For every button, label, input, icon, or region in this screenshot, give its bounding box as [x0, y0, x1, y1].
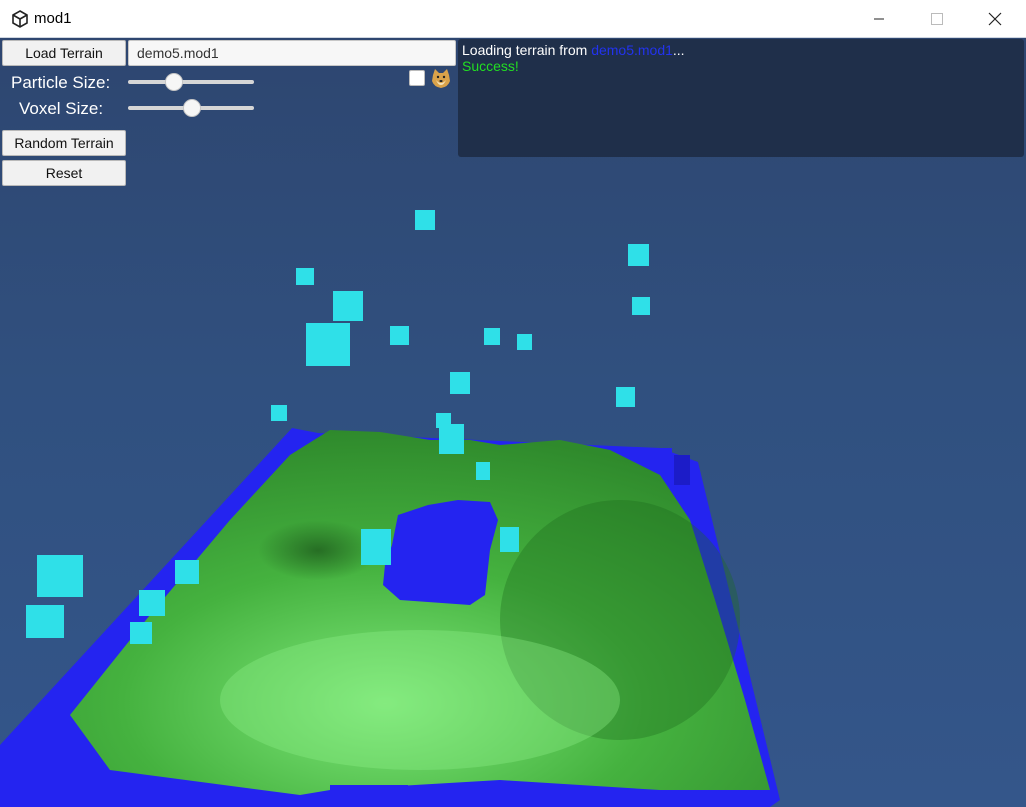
load-terrain-button[interactable]: Load Terrain — [2, 40, 126, 66]
particle-cube — [139, 590, 165, 616]
particle-size-slider[interactable] — [128, 72, 254, 92]
particle-cube — [628, 244, 649, 266]
particle-cube — [37, 555, 83, 597]
slider-track — [128, 80, 254, 84]
particle-cube — [306, 323, 350, 366]
particle-cube — [26, 605, 64, 638]
log-filename: demo5.mod1 — [591, 42, 673, 58]
terrain-file-input[interactable]: demo5.mod1 — [128, 40, 456, 66]
close-button[interactable] — [966, 0, 1024, 38]
particle-cube — [175, 560, 199, 584]
water-pool — [383, 500, 498, 605]
reset-button[interactable]: Reset — [2, 160, 126, 186]
terrain-highlight — [220, 630, 620, 770]
log-line-success: Success! — [462, 58, 519, 74]
maximize-button[interactable] — [908, 0, 966, 38]
particle-cube — [271, 405, 287, 421]
particle-cube — [476, 462, 490, 480]
slider-thumb[interactable] — [165, 73, 183, 91]
particle-cube — [415, 210, 435, 230]
particle-cube — [296, 268, 314, 285]
close-icon — [988, 12, 1002, 26]
particle-cube — [361, 529, 391, 565]
voxel-size-slider[interactable] — [128, 98, 254, 118]
doge-icon[interactable] — [430, 67, 452, 89]
particle-cube — [390, 326, 409, 345]
particle-cube — [333, 291, 363, 321]
particle-cube — [500, 527, 519, 552]
log-line-loading: Loading terrain from demo5.mod1... — [462, 42, 685, 58]
log-panel: Loading terrain from demo5.mod1... Succe… — [458, 39, 1024, 157]
particle-cube — [632, 297, 650, 315]
minimize-button[interactable] — [850, 0, 908, 38]
voxel-size-label: Voxel Size: — [19, 99, 104, 118]
particle-cube — [517, 334, 532, 350]
particle-cube — [450, 372, 470, 394]
particle-size-label: Particle Size: — [11, 73, 111, 92]
water-step — [330, 785, 408, 807]
log-text: ... — [672, 42, 685, 58]
maximize-icon — [931, 13, 943, 25]
particle-cube — [130, 622, 152, 644]
particle-cube — [616, 387, 635, 407]
log-text: Loading terrain from — [462, 42, 592, 58]
minimize-icon — [874, 18, 884, 20]
water-step — [674, 455, 690, 485]
title-bar: mod1 — [0, 0, 1026, 38]
slider-thumb[interactable] — [183, 99, 201, 117]
unity-icon — [12, 10, 28, 28]
particle-cube — [484, 328, 500, 345]
window-title: mod1 — [34, 10, 72, 27]
toggle-checkbox[interactable] — [409, 70, 425, 86]
particle-cube — [439, 424, 464, 454]
water-step — [658, 448, 672, 470]
random-terrain-button[interactable]: Random Terrain — [2, 130, 126, 156]
